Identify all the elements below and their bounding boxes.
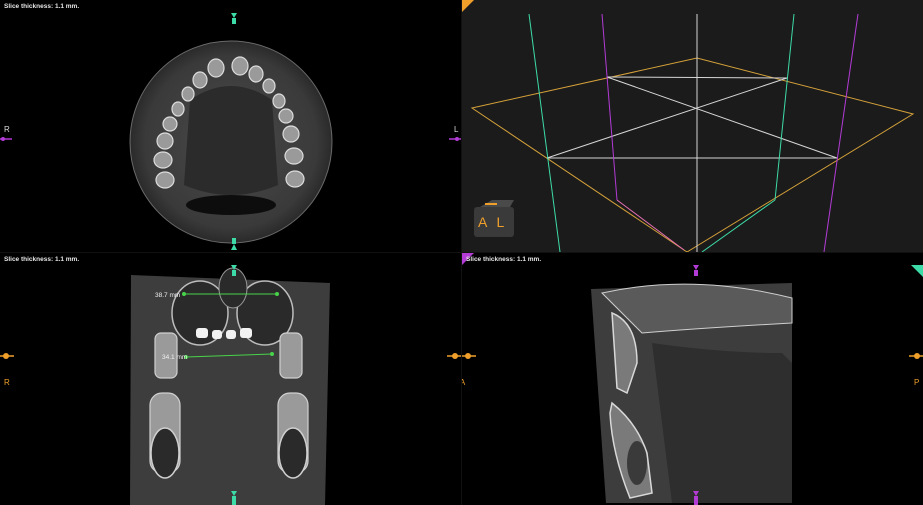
measurement-label-lower[interactable]: 34.1 mm [162, 354, 187, 361]
sagittal-image [462, 253, 923, 505]
sagittal-top-marker [693, 265, 699, 276]
sagittal-left-marker [462, 353, 476, 359]
measurement-label-upper[interactable]: 38.7 mm [155, 292, 180, 299]
axial-orientation-left: R [4, 125, 10, 134]
viewport-divider-horizontal [0, 252, 923, 253]
sagittal-right-marker [909, 353, 923, 359]
3d-cube-labels: A L [478, 214, 508, 230]
coronal-image [0, 265, 461, 505]
axial-top-marker [231, 13, 237, 24]
sagittal-slice-thickness: Slice thickness: 1.1 mm. [466, 256, 542, 263]
sagittal-corner-marker-right [911, 265, 923, 277]
axial-slice-thickness: Slice thickness: 1.1 mm. [4, 3, 80, 10]
coronal-left-marker [0, 353, 14, 359]
coronal-right-marker [447, 353, 461, 359]
axial-left-marker [0, 137, 12, 141]
coronal-orientation-left: R [4, 378, 10, 387]
axial-orientation-right: L [454, 125, 459, 134]
3d-viewport[interactable]: A L [462, 0, 923, 252]
3d-corner-marker [462, 0, 474, 12]
axial-right-marker [449, 137, 461, 141]
coronal-slice-thickness: Slice thickness: 1.1 mm. [4, 256, 80, 263]
3d-cube-arrow-icon [485, 203, 497, 205]
sagittal-orientation-right: P [914, 378, 920, 387]
axial-viewport[interactable]: Slice thickness: 1.1 mm. R [0, 0, 461, 252]
sagittal-orientation-left: L A [462, 378, 466, 387]
axial-image [0, 13, 461, 250]
sagittal-viewport[interactable]: Slice thickness: 1.1 mm. L A P [462, 253, 923, 505]
3d-volume-wireframe [462, 0, 915, 252]
coronal-viewport[interactable]: Slice thickness: 1.1 mm. 38.7 mm 34.1 mm… [0, 253, 461, 505]
